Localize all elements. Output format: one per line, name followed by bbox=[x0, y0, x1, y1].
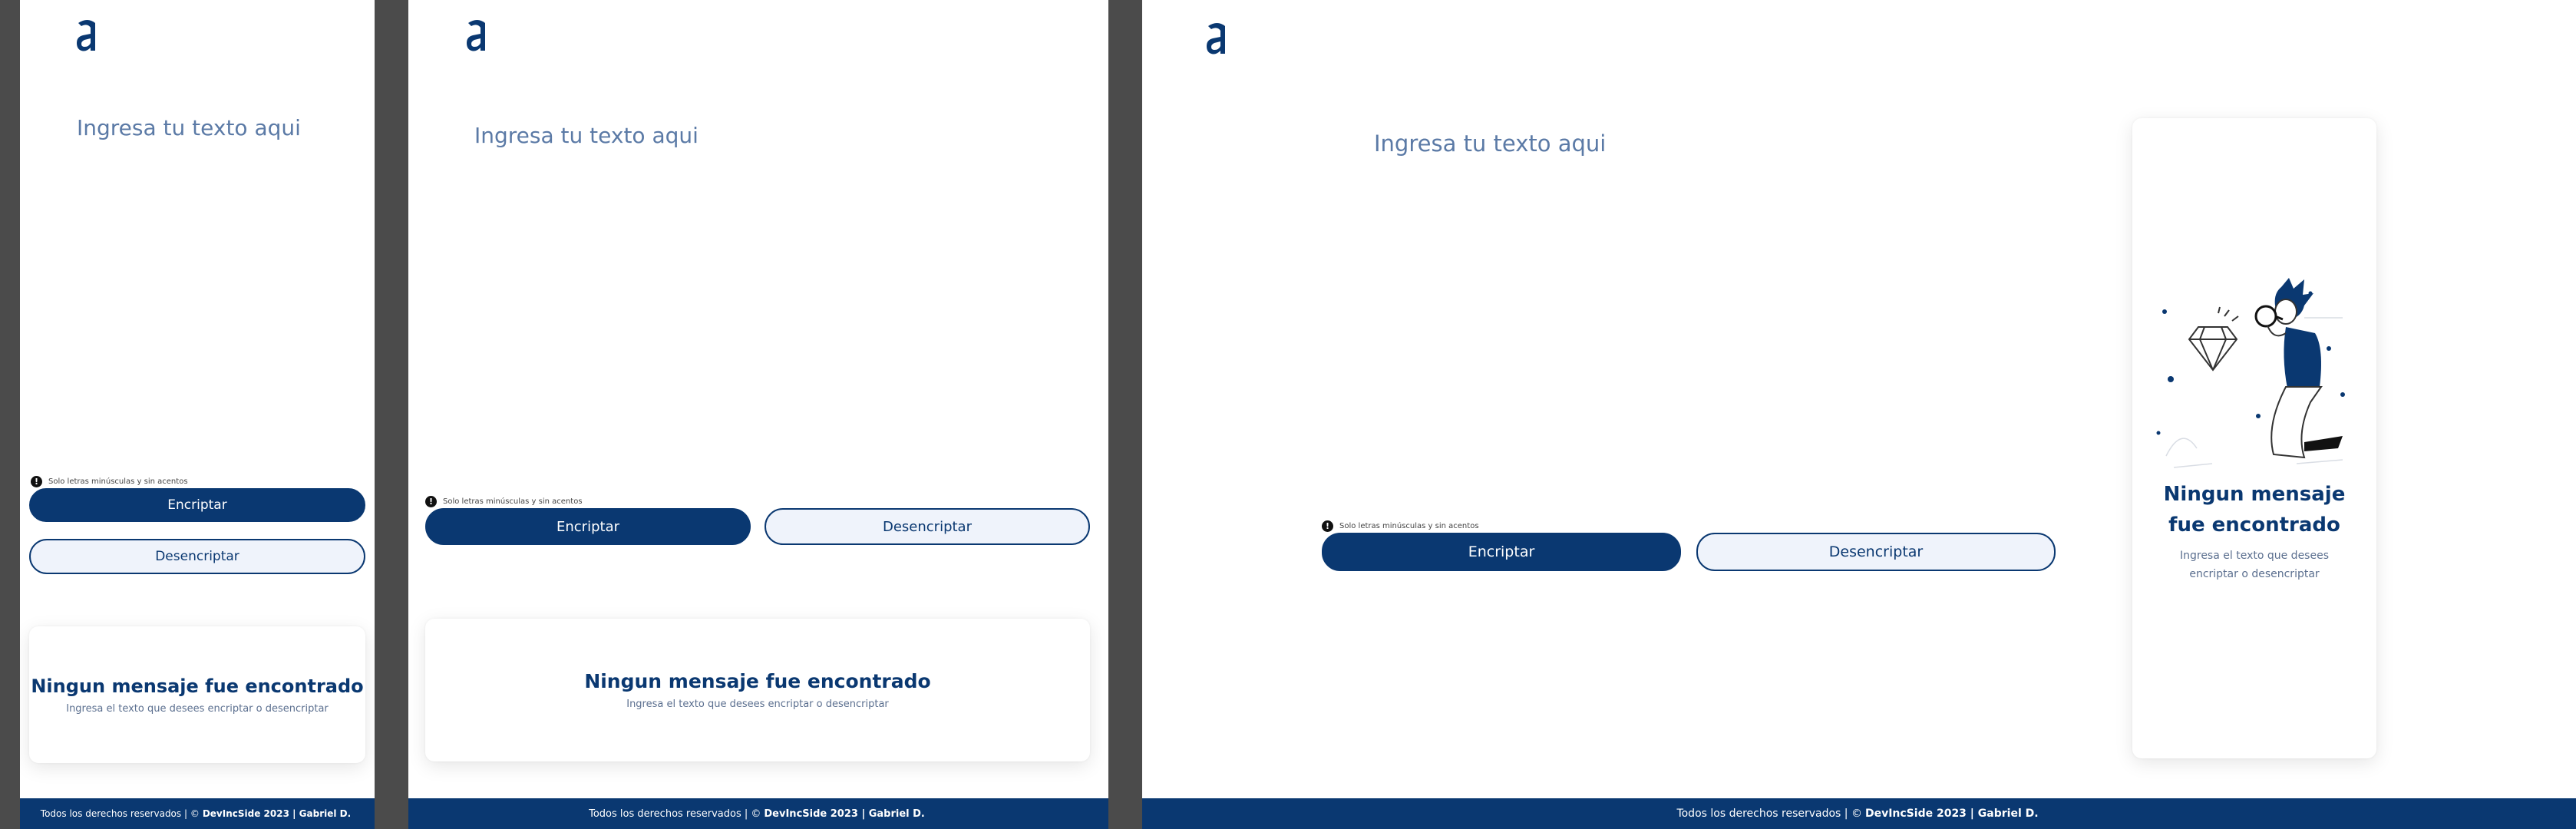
input-hint: ! Solo letras minúsculas y sin acentos bbox=[31, 476, 188, 487]
alura-logo[interactable] bbox=[75, 17, 100, 54]
encrypt-button[interactable]: Encriptar bbox=[29, 488, 365, 522]
empty-state-title: Ningun mensaje fue encontrado bbox=[2163, 483, 2346, 537]
empty-state-subtitle: Ingresa el texto que desees encriptar o … bbox=[66, 702, 329, 715]
empty-state-card: Ningun mensaje fue encontrado Ingresa el… bbox=[425, 619, 1090, 761]
footer-brand: DevIncSide 2023 | Gabriel D. bbox=[764, 808, 925, 820]
input-hint-text: Solo letras minúsculas y sin acentos bbox=[443, 497, 583, 506]
alura-logo[interactable] bbox=[465, 17, 490, 54]
mobile-view: ! Solo letras minúsculas y sin acentos E… bbox=[20, 0, 375, 829]
footer-text: Todos los derechos reservados | © bbox=[1676, 808, 1862, 820]
footer: Todos los derechos reservados | © DevInc… bbox=[1142, 798, 2576, 829]
empty-state-title: Ningun mensaje fue encontrado bbox=[31, 675, 364, 697]
person-with-magnifying-glass-icon bbox=[2156, 278, 2345, 468]
tablet-view: ! Solo letras minúsculas y sin acentos E… bbox=[408, 0, 1108, 829]
decrypt-button[interactable]: Desencriptar bbox=[765, 508, 1090, 545]
input-hint-text: Solo letras minúsculas y sin acentos bbox=[1339, 522, 1479, 530]
footer-brand: DevIncSide 2023 | Gabriel D. bbox=[1864, 808, 2039, 820]
text-input[interactable] bbox=[474, 123, 1073, 476]
empty-state-card: Ningun mensaje fue encontrado Ingresa el… bbox=[2132, 118, 2376, 758]
input-hint-text: Solo letras minúsculas y sin acentos bbox=[48, 477, 188, 486]
desktop-view: ! Solo letras minúsculas y sin acentos E… bbox=[1142, 0, 2576, 829]
input-hint: ! Solo letras minúsculas y sin acentos bbox=[425, 496, 583, 507]
input-hint: ! Solo letras minúsculas y sin acentos bbox=[1322, 520, 1479, 532]
empty-state-subtitle: Ingresa el texto que desees encriptar o … bbox=[2179, 550, 2329, 580]
footer-text: Todos los derechos reservados | © bbox=[589, 808, 761, 820]
empty-state-title: Ningun mensaje fue encontrado bbox=[584, 670, 931, 692]
decrypt-button[interactable]: Desencriptar bbox=[1696, 533, 2056, 571]
footer-text: Todos los derechos reservados | © bbox=[40, 808, 200, 819]
empty-state-card: Ningun mensaje fue encontrado Ingresa el… bbox=[29, 626, 365, 763]
info-icon: ! bbox=[31, 476, 42, 487]
alura-logo[interactable] bbox=[1205, 20, 1230, 57]
encrypt-button[interactable]: Encriptar bbox=[425, 508, 751, 545]
footer: Todos los derechos reservados | © DevInc… bbox=[408, 798, 1108, 829]
info-icon: ! bbox=[1322, 520, 1333, 532]
footer-brand: DevIncSide 2023 | Gabriel D. bbox=[202, 808, 352, 819]
text-input[interactable] bbox=[77, 115, 368, 453]
info-icon: ! bbox=[425, 496, 437, 507]
footer: Todos los derechos reservados | © DevInc… bbox=[20, 798, 375, 829]
decrypt-button[interactable]: Desencriptar bbox=[29, 539, 365, 574]
encrypt-button[interactable]: Encriptar bbox=[1322, 533, 1681, 571]
empty-state-subtitle: Ingresa el texto que desees encriptar o … bbox=[626, 699, 889, 710]
text-input[interactable] bbox=[1374, 130, 2065, 499]
